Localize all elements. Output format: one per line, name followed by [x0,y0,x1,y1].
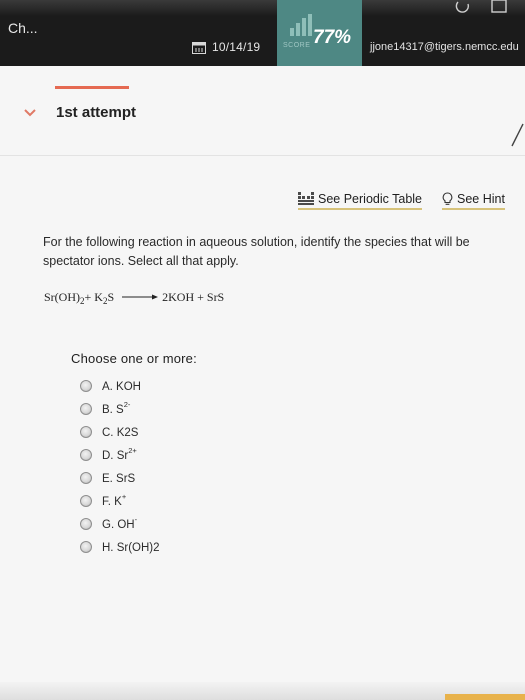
see-hint-button[interactable]: See Hint [442,190,505,210]
reactant-2-tail: S [107,290,115,304]
choice-label: C. K2S [102,426,139,439]
choice-b[interactable]: B. S2- [80,397,280,420]
attempt-title[interactable]: 1st attempt [56,104,136,121]
top-bar-sheen [0,0,525,16]
choice-f[interactable]: F. K+ [80,489,280,512]
score-percent: 77% [313,27,352,48]
choice-d[interactable]: D. Sr2+ [80,443,280,466]
top-bar: Ch... 10/14/19 SCORE 77% jjone14317@tige… [0,0,525,66]
checkbox-c[interactable] [80,425,92,438]
app-title[interactable]: Ch... [8,20,38,36]
score-label: SCORE [283,42,311,49]
choice-label: E. SrS [102,472,136,485]
reaction-arrow-icon [122,294,159,300]
attempt-progress-accent [55,86,129,89]
chevron-down-icon[interactable] [23,108,37,118]
choice-label: A. KOH [102,380,141,393]
choice-c[interactable]: C. K2S [80,420,280,443]
checkbox-f[interactable] [80,494,92,507]
window-icon[interactable] [490,0,508,14]
reaction-equation: Sr(OH) 2 + K 2 S 2KOH + SrS [44,290,224,310]
choice-label: D. Sr2+ [102,446,137,462]
see-periodic-table-label: See Periodic Table [318,191,423,206]
choice-e[interactable]: E. SrS [80,466,280,489]
plus-reactant-2: + K [84,290,103,304]
bottom-accent [445,694,525,700]
choice-list: A. KOH B. S2- C. K2S D. Sr2+ E. SrS F. K… [80,374,280,558]
bar-chart-icon [290,14,312,36]
checkbox-g[interactable] [80,517,92,530]
refresh-icon[interactable] [454,0,472,14]
due-date: 10/14/19 [192,39,260,55]
reactant-2-subscript: 2 [102,296,108,306]
periodic-table-icon [298,192,314,205]
lightbulb-icon [442,191,453,205]
choose-label: Choose one or more: [71,351,197,366]
see-hint-label: See Hint [457,191,505,206]
checkbox-d[interactable] [80,448,92,461]
score-box[interactable]: SCORE 77% [277,0,362,66]
user-email[interactable]: jjone14317@tigers.nemcc.edu [370,41,519,53]
products: 2KOH + SrS [162,290,225,304]
choice-h[interactable]: H. Sr(OH)2 [80,535,280,558]
checkbox-h[interactable] [80,540,92,553]
edge-mark [511,123,524,147]
reactant-1-subscript: 2 [80,296,85,306]
choice-label: H. Sr(OH)2 [102,541,160,554]
reactant-1: Sr(OH) [44,290,80,304]
choice-label: F. K+ [102,492,127,508]
calendar-icon [192,41,206,54]
choice-g[interactable]: G. OH- [80,512,280,535]
choice-a[interactable]: A. KOH [80,374,280,397]
see-periodic-table-button[interactable]: See Periodic Table [298,190,423,210]
checkbox-e[interactable] [80,471,92,484]
date-text: 10/14/19 [212,40,261,54]
checkbox-b[interactable] [80,402,92,415]
choice-label: B. S2- [102,400,131,416]
choice-label: G. OH- [102,515,138,531]
checkbox-a[interactable] [80,379,92,392]
divider [0,155,525,156]
question-prompt: For the following reaction in aqueous so… [43,235,470,268]
